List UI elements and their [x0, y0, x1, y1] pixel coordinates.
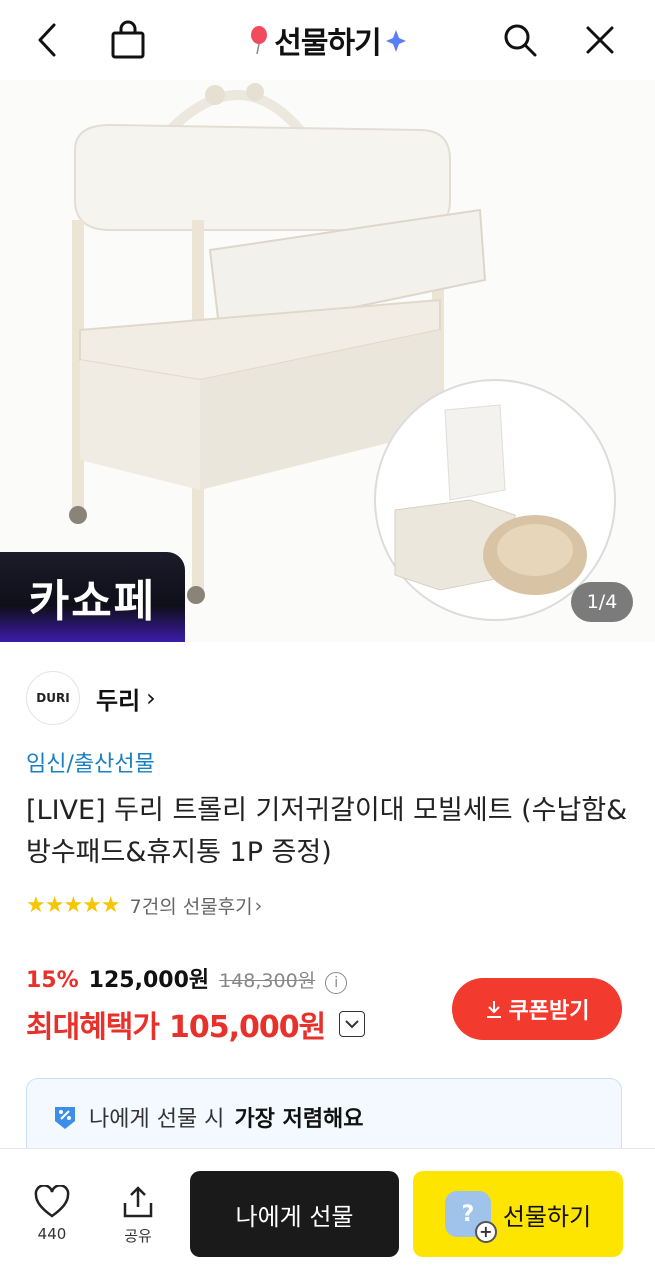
download-icon [486, 1001, 501, 1018]
star-rating: ★★★★★ [26, 893, 121, 918]
self-gift-label: 나에게 선물 [235, 1202, 354, 1231]
brand-badge-text: 카쇼페 [28, 576, 157, 627]
share-button[interactable]: 공유 [108, 1185, 168, 1246]
like-count: 440 [37, 1225, 67, 1243]
original-price: 148,300원 [219, 970, 316, 992]
title-text: 선물하기 [274, 26, 381, 61]
close-icon [586, 26, 614, 54]
avatar-symbol: ? [461, 1201, 475, 1227]
friend-avatar: ? + [444, 1191, 497, 1243]
heart-icon [34, 1185, 70, 1218]
share-label: 공유 [124, 1227, 152, 1245]
coupon-label: 쿠폰받기 [508, 999, 590, 1024]
pager-text: 1/4 [586, 591, 618, 613]
shop-logo-text: DURI [36, 691, 70, 705]
coupon-button[interactable]: 쿠폰받기 [452, 978, 622, 1040]
image-pager: 1/4 [571, 582, 633, 622]
chevron-down-icon [345, 1020, 359, 1029]
discount-rate: 15% [26, 968, 79, 993]
like-button[interactable]: 440 [22, 1185, 82, 1243]
plus-icon: + [474, 1221, 497, 1243]
price-detail-toggle[interactable] [339, 1011, 366, 1037]
review-link[interactable]: ★★★★★ 7건의 선물후기 › [26, 892, 262, 919]
best-price-row: 최대혜택가 105,000원 [26, 1002, 366, 1046]
page-title: 선물하기 [0, 18, 655, 62]
search-icon [504, 24, 537, 57]
bottom-action-bar: 440 공유 나에게 선물 ? + 선물하기 [0, 1148, 655, 1280]
category-link[interactable]: 임신/출산선물 [26, 746, 155, 778]
sale-price: 125,000원 [88, 968, 210, 993]
discount-tag-icon [55, 1107, 75, 1129]
product-image[interactable]: 카쇼페 1/4 [0, 80, 655, 642]
product-title: [LIVE] 두리 트롤리 기저귀갈이대 모빌세트 (수납함&방수패드&휴지통 … [26, 795, 628, 868]
brand-badge: 카쇼페 [0, 552, 185, 642]
chevron-right-icon: › [146, 684, 156, 712]
shop-link[interactable]: DURI 두리 › [26, 670, 156, 726]
gift-label: 선물하기 [502, 1202, 592, 1231]
self-gift-button[interactable]: 나에게 선물 [190, 1171, 399, 1257]
sparkle-icon [385, 30, 406, 52]
best-price: 105,000원 [169, 1010, 326, 1045]
best-price-label: 최대혜택가 [26, 1010, 160, 1045]
review-count: 7건의 선물후기 [129, 896, 253, 918]
info-icon[interactable]: i [325, 972, 348, 994]
search-button[interactable] [498, 18, 542, 62]
banner-text: 나에게 선물 시 [89, 1107, 225, 1132]
chevron-right-icon: › [254, 894, 263, 917]
banner-content: 나에게 선물 시 가장 저렴해요 [51, 1101, 364, 1133]
price-row: 15% 125,000원 148,300원 i [26, 962, 348, 994]
top-header: 선물하기 [0, 0, 655, 80]
share-icon [123, 1186, 153, 1218]
gift-button[interactable]: ? + 선물하기 [413, 1171, 623, 1257]
shop-name: 두리 [96, 686, 141, 715]
banner-text-bold: 가장 저렴해요 [234, 1107, 364, 1132]
shop-logo: DURI [26, 671, 80, 725]
close-button[interactable] [578, 18, 622, 62]
balloon-icon [251, 26, 268, 55]
